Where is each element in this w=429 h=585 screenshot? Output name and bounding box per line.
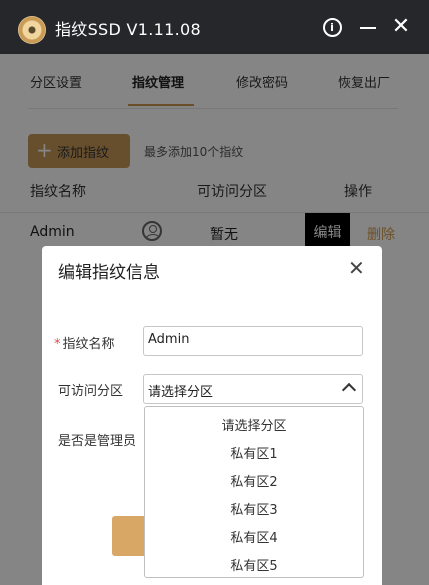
dropdown-option-private-1[interactable]: 私有区1 (145, 443, 363, 462)
dropdown-option-placeholder[interactable]: 请选择分区 (145, 415, 363, 434)
app-disk-icon (18, 16, 46, 44)
partition-dropdown-list: 请选择分区 私有区1 私有区2 私有区3 私有区4 私有区5 (144, 406, 364, 578)
close-button[interactable]: ✕ (389, 14, 413, 40)
window-title: 指纹SSD V1.11.08 (55, 20, 201, 39)
fingerprint-name-label: 指纹名称 (62, 337, 115, 352)
dialog-close-icon[interactable]: ✕ (348, 256, 365, 280)
partition-select[interactable]: 请选择分区 (143, 374, 363, 404)
dropdown-option-private-5[interactable]: 私有区5 (145, 555, 363, 574)
required-asterisk: * (54, 337, 61, 352)
dialog-title: 编辑指纹信息 (58, 263, 160, 283)
minimize-icon (360, 27, 376, 29)
admin-label: 是否是管理员 (58, 434, 137, 449)
partition-select-value: 请选择分区 (148, 385, 214, 400)
dropdown-option-private-2[interactable]: 私有区2 (145, 471, 363, 490)
fingerprint-name-input[interactable]: Admin (143, 326, 363, 356)
fingerprint-name-label-wrap: * 指纹名称 (54, 333, 115, 352)
dropdown-option-private-4[interactable]: 私有区4 (145, 527, 363, 546)
minimize-button[interactable] (356, 14, 380, 40)
window-titlebar: 指纹SSD V1.11.08 i ✕ (0, 0, 429, 54)
dropdown-option-private-3[interactable]: 私有区3 (145, 499, 363, 518)
info-button[interactable]: i (320, 14, 344, 40)
partition-label: 可访问分区 (58, 384, 124, 399)
info-icon: i (322, 17, 342, 37)
close-icon: ✕ (391, 14, 411, 39)
chevron-up-icon (341, 382, 357, 398)
